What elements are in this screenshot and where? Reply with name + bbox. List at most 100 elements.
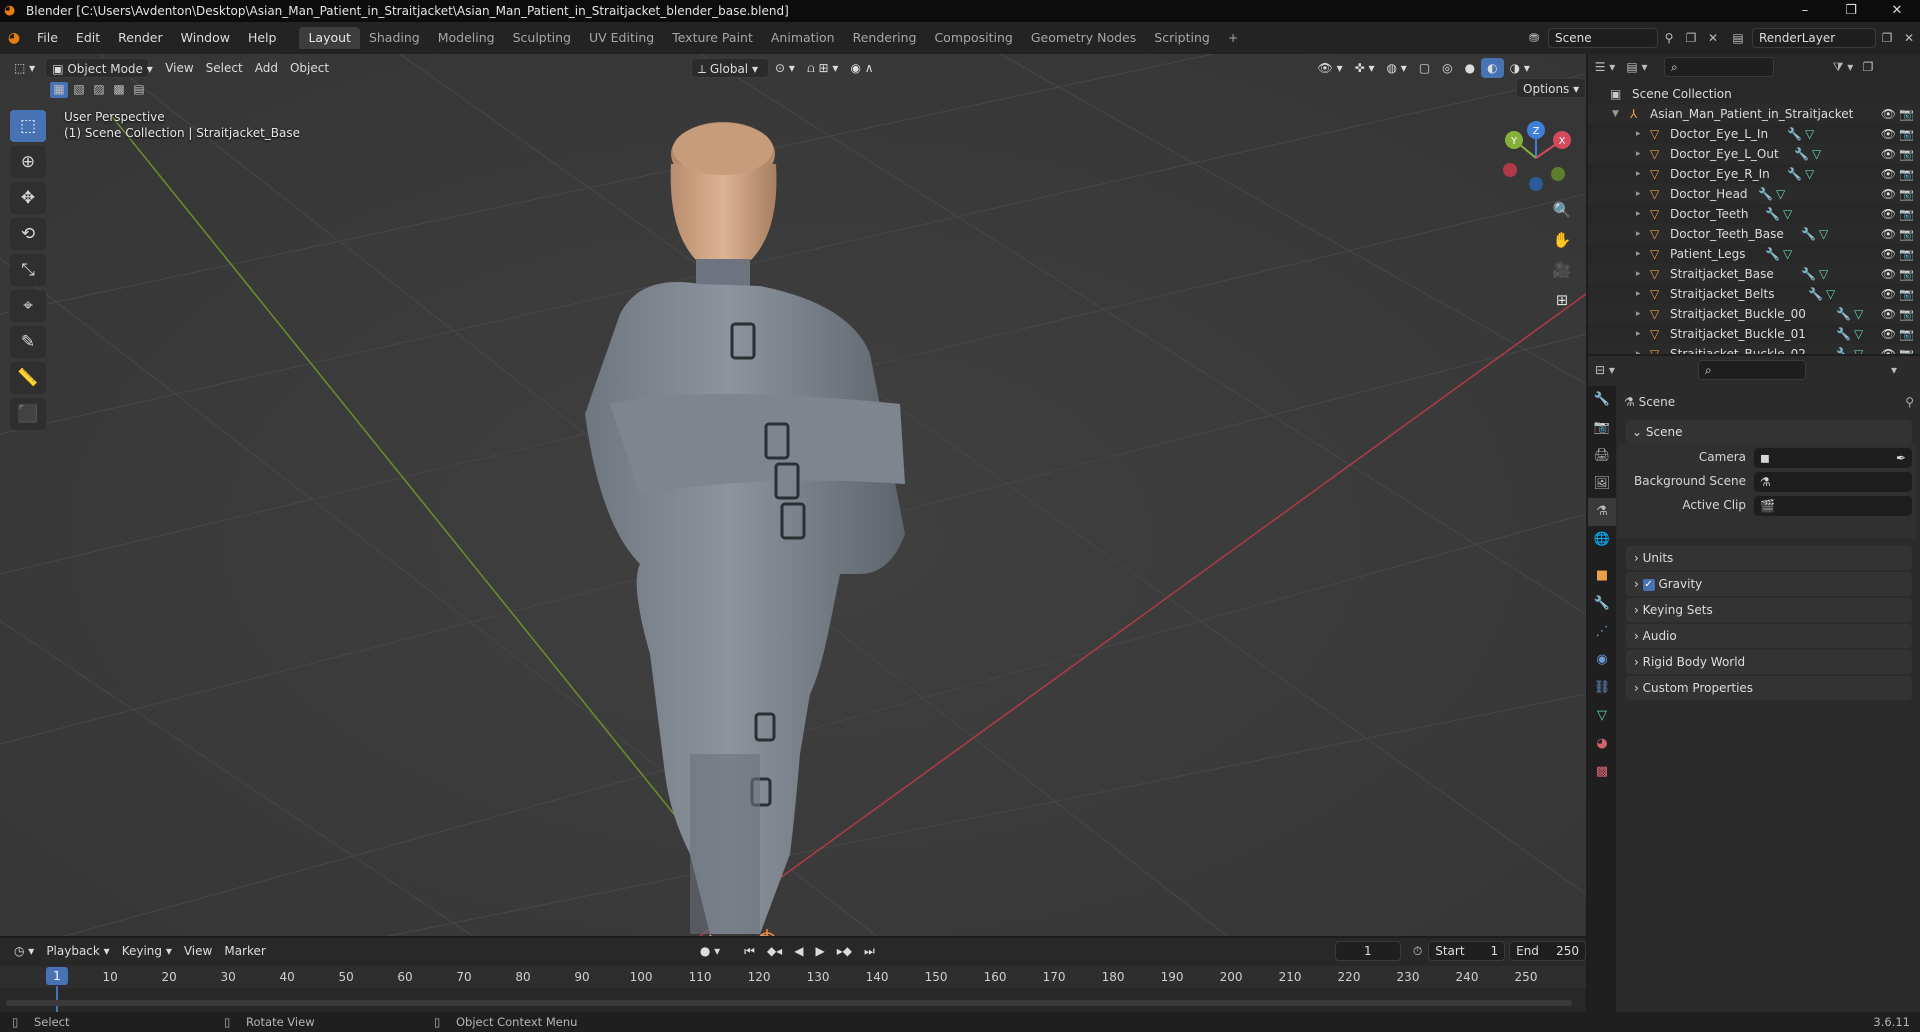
scene-tab-icon[interactable]: ⚗ <box>1588 498 1616 526</box>
expand-arrow-icon[interactable]: ▸ <box>1636 144 1641 164</box>
visibility-eye-icon[interactable]: 👁 <box>1881 244 1896 264</box>
menu-view[interactable]: View <box>159 58 199 78</box>
expand-arrow-icon[interactable]: ▸ <box>1636 324 1641 344</box>
select-intersect-icon[interactable]: ▤ <box>130 82 148 98</box>
properties-editor-icon[interactable]: ⊟ ▾ <box>1588 363 1622 377</box>
outliner-object-row[interactable]: ▸ ▽ Doctor_Head 🔧 ▽ 👁 📷 <box>1588 184 1920 204</box>
modifier-wrench-icon[interactable]: 🔧 <box>1765 244 1780 264</box>
mesh-data-icon[interactable]: ▽ <box>1776 184 1785 204</box>
3d-viewport[interactable]: ⬚ ▾ ▣ Object Mode ▾ View Select Add Obje… <box>0 54 1586 936</box>
add-workspace-button[interactable]: + <box>1219 27 1247 49</box>
modifier-tab-icon[interactable]: 🔧 <box>1588 590 1616 618</box>
render-camera-icon[interactable]: 📷 <box>1899 344 1914 354</box>
editor-type-icon[interactable]: ⬚ ▾ <box>8 58 41 78</box>
render-camera-icon[interactable]: 📷 <box>1899 124 1914 144</box>
pin-icon[interactable]: ⚲ <box>1658 31 1680 45</box>
options-dropdown[interactable]: Options ▾ <box>1516 78 1586 98</box>
outliner-object-row[interactable]: ▸ ▽ Straitjacket_Belts 🔧 ▽ 👁 📷 <box>1588 284 1920 304</box>
tab-compositing[interactable]: Compositing <box>925 27 1021 49</box>
camera-field[interactable]: ◼ ✒ <box>1754 448 1912 468</box>
collapse-arrow-icon[interactable]: ▼ <box>1612 104 1619 124</box>
outliner-object-row[interactable]: ▸ ▽ Doctor_Teeth_Base 🔧 ▽ 👁 📷 <box>1588 224 1920 244</box>
outliner-editor-icon[interactable]: ☰ ▾ <box>1588 60 1622 74</box>
view-layer-tab-icon[interactable]: 🖼 <box>1588 470 1616 498</box>
expand-arrow-icon[interactable]: ▸ <box>1636 184 1641 204</box>
modifier-wrench-icon[interactable]: 🔧 <box>1836 304 1851 324</box>
outliner-object-row[interactable]: ▸ ▽ Straitjacket_Buckle_00 🔧 ▽ 👁 📷 <box>1588 304 1920 324</box>
visibility-eye-icon[interactable]: 👁 <box>1881 324 1896 344</box>
modifier-wrench-icon[interactable]: 🔧 <box>1787 124 1802 144</box>
modifier-wrench-icon[interactable]: 🔧 <box>1836 344 1851 354</box>
object-tab-icon[interactable]: ■ <box>1588 562 1616 590</box>
zoom-icon[interactable]: 🔍 <box>1548 196 1576 224</box>
tab-animation[interactable]: Animation <box>762 27 844 49</box>
select-invert-icon[interactable]: ▩ <box>110 82 128 98</box>
keying-sets-panel[interactable]: › Keying Sets <box>1626 598 1912 622</box>
render-camera-icon[interactable]: 📷 <box>1899 164 1914 184</box>
transform-icon[interactable]: ⌖ <box>10 290 46 322</box>
visibility-eye-icon[interactable]: 👁 <box>1881 184 1896 204</box>
scene-collection-row[interactable]: ▣ Scene Collection <box>1588 84 1920 104</box>
texture-tab-icon[interactable]: ▩ <box>1588 758 1616 786</box>
scene-name-field[interactable]: Scene <box>1548 28 1658 48</box>
display-mode-icon[interactable]: ▤ ▾ <box>1622 60 1652 74</box>
menu-edit[interactable]: Edit <box>67 27 109 49</box>
render-camera-icon[interactable]: 📷 <box>1899 224 1914 244</box>
tab-sculpting[interactable]: Sculpting <box>504 27 580 49</box>
add-cube-icon[interactable]: ⬛ <box>10 398 46 430</box>
prev-keyframe-icon[interactable]: ◆◂ <box>761 941 788 961</box>
menu-window[interactable]: Window <box>172 27 239 49</box>
visibility-eye-icon[interactable]: 👁 <box>1881 104 1896 124</box>
delete-layer-icon[interactable]: ✕ <box>1898 31 1920 45</box>
eyedropper-icon[interactable]: ✒ <box>1896 448 1906 468</box>
particles-tab-icon[interactable]: ⋰ <box>1588 618 1616 646</box>
current-frame-field[interactable]: 1 <box>1334 941 1401 961</box>
menu-object[interactable]: Object <box>284 58 335 78</box>
visibility-icon[interactable]: 👁 ▾ <box>1312 58 1349 78</box>
ortho-toggle-icon[interactable]: ⊞ <box>1548 286 1576 314</box>
background-scene-field[interactable]: ⚗ <box>1754 472 1912 492</box>
mesh-data-icon[interactable]: ▽ <box>1805 164 1814 184</box>
outliner-object-row[interactable]: ▸ ▽ Straitjacket_Buckle_01 🔧 ▽ 👁 📷 <box>1588 324 1920 344</box>
timeline-scrollbar[interactable] <box>6 1000 1572 1006</box>
pan-hand-icon[interactable]: ✋ <box>1548 226 1576 254</box>
visibility-eye-icon[interactable]: 👁 <box>1881 144 1896 164</box>
maximize-button[interactable]: ❐ <box>1828 0 1874 22</box>
active-clip-field[interactable]: 🎬 <box>1754 496 1912 516</box>
expand-arrow-icon[interactable]: ▸ <box>1636 304 1641 324</box>
gravity-checkbox[interactable]: ✓ <box>1642 578 1655 591</box>
minimize-button[interactable]: – <box>1782 0 1828 22</box>
visibility-eye-icon[interactable]: 👁 <box>1881 164 1896 184</box>
tab-layout[interactable]: Layout <box>299 27 360 49</box>
modifier-wrench-icon[interactable]: 🔧 <box>1758 184 1773 204</box>
outliner-object-row[interactable]: ▸ ▽ Doctor_Eye_R_In 🔧 ▽ 👁 📷 <box>1588 164 1920 184</box>
expand-arrow-icon[interactable]: ▸ <box>1636 264 1641 284</box>
collection-row[interactable]: ▼ ⅄ Asian_Man_Patient_in_Straitjacket 👁 … <box>1588 104 1920 124</box>
physics-tab-icon[interactable]: ◉ <box>1588 646 1616 674</box>
pivot-icon[interactable]: ⊙ ▾ <box>769 58 801 78</box>
scene-panel-header[interactable]: ⌄ Scene <box>1626 420 1912 444</box>
play-reverse-icon[interactable]: ◀ <box>788 941 809 961</box>
modifier-wrench-icon[interactable]: 🔧 <box>1787 164 1802 184</box>
solid-shading-icon[interactable]: ● <box>1459 58 1481 78</box>
camera-view-icon[interactable]: 🎥 <box>1548 256 1576 284</box>
visibility-eye-icon[interactable]: 👁 <box>1881 284 1896 304</box>
select-box-icon[interactable]: ⬚ <box>10 110 46 142</box>
visibility-eye-icon[interactable]: 👁 <box>1881 304 1896 324</box>
outliner-object-row[interactable]: ▸ ▽ Doctor_Teeth 🔧 ▽ 👁 📷 <box>1588 204 1920 224</box>
properties-search-input[interactable]: ⌕ <box>1698 360 1806 380</box>
menu-help[interactable]: Help <box>239 27 286 49</box>
start-frame-field[interactable]: Start 1 <box>1428 941 1506 961</box>
tool-tab-icon[interactable]: 🔧 <box>1588 386 1616 414</box>
render-camera-icon[interactable]: 📷 <box>1899 184 1914 204</box>
custom-properties-panel[interactable]: › Custom Properties <box>1626 676 1912 700</box>
view-layer-field[interactable]: RenderLayer <box>1752 28 1876 48</box>
modifier-wrench-icon[interactable]: 🔧 <box>1801 224 1816 244</box>
properties-options-icon[interactable]: ▾ <box>1884 363 1904 377</box>
menu-add[interactable]: Add <box>249 58 284 78</box>
menu-file[interactable]: File <box>28 27 67 49</box>
units-panel[interactable]: › Units <box>1626 546 1912 570</box>
expand-arrow-icon[interactable]: ▸ <box>1636 164 1641 184</box>
filter-icon[interactable]: ⧩ ▾ <box>1828 60 1858 75</box>
mesh-data-icon[interactable]: ▽ <box>1783 244 1792 264</box>
